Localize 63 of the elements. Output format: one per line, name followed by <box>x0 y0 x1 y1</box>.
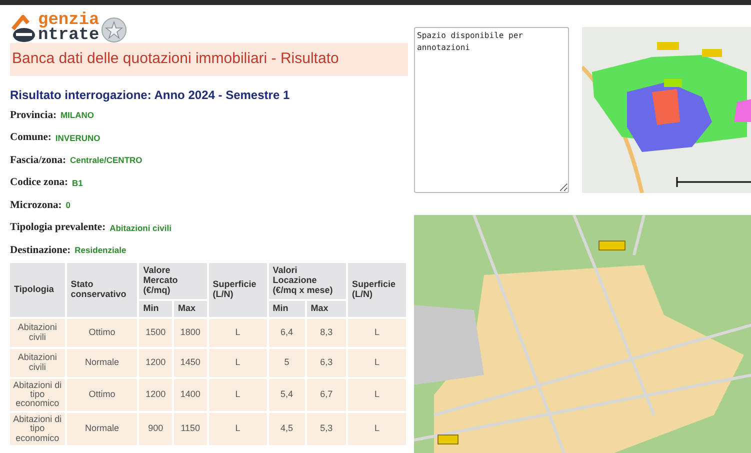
table-cell: 8,3 <box>306 318 346 347</box>
table-cell: L <box>208 378 267 411</box>
field-label: Tipologia prevalente: <box>10 221 106 236</box>
column-header: Min <box>268 300 305 317</box>
table-cell: 6,3 <box>306 348 346 377</box>
table-cell: Normale <box>66 412 138 446</box>
table-cell: 5 <box>268 348 305 377</box>
field-label: Fascia/zona: <box>10 154 66 168</box>
table-cell: Abitazioni di tipo economico <box>10 378 65 411</box>
table-cell: L <box>208 318 267 347</box>
table-cell: Ottimo <box>66 378 138 411</box>
table-cell: Normale <box>66 348 138 377</box>
table-cell: L <box>208 348 267 377</box>
table-cell: 5,3 <box>306 412 346 446</box>
column-header: Superficie (L/N) <box>348 263 406 317</box>
table-cell: 1800 <box>174 318 207 347</box>
field-value: Abitazioni civili <box>110 222 172 235</box>
table-cell: 1150 <box>174 412 207 446</box>
field-value: INVERUNO <box>55 132 100 145</box>
field-label: Provincia: <box>10 108 56 123</box>
table-cell: Abitazioni civili <box>10 318 65 347</box>
result-heading: Risultato interrogazione: Anno 2024 - Semestre 1 <box>10 86 291 104</box>
column-header: Max <box>306 300 346 317</box>
column-header: Min <box>139 300 172 317</box>
field-value: Centrale/CENTRO <box>70 154 142 168</box>
table-cell: Ottimo <box>66 318 138 347</box>
column-header: Tipologia <box>10 263 65 317</box>
field-value: B1 <box>72 176 83 190</box>
notes-field[interactable]: Spazio disponibile per annotazioni <box>414 27 569 193</box>
logo-text: ntrate <box>38 28 100 43</box>
field-value: 0 <box>66 199 70 212</box>
field-value: Residenziale <box>74 244 126 258</box>
table-cell: 1200 <box>139 378 172 411</box>
table-cell: 1200 <box>139 348 172 377</box>
column-header: Valori Locazione (€/mq x mese) <box>268 263 346 299</box>
table-cell: 1400 <box>174 378 207 411</box>
field-label: Codice zona: <box>10 176 68 190</box>
table-cell: 5,4 <box>268 378 305 411</box>
table-cell: L <box>348 378 406 411</box>
field-label: Microzona: <box>10 198 62 213</box>
column-header: Max <box>174 300 207 317</box>
column-header: Valore Mercato (€/mq) <box>139 263 207 299</box>
table-cell: L <box>208 412 267 446</box>
logo-text: genzia <box>38 13 100 28</box>
table-cell: Abitazioni civili <box>10 348 65 377</box>
table-cell: 1450 <box>174 348 207 377</box>
table-cell: 1500 <box>139 318 172 347</box>
logo-emblem-icon <box>10 15 36 43</box>
field-value: MILANO <box>60 109 94 122</box>
table-cell: L <box>348 348 406 377</box>
page-title: Banca dati delle quotazioni immobiliari - Risultato <box>10 43 408 76</box>
table-cell: L <box>348 318 406 347</box>
column-header: Stato conservativo <box>66 263 138 317</box>
seal-icon <box>101 17 128 43</box>
field-label: Comune: <box>10 131 52 146</box>
table-cell: L <box>348 412 406 446</box>
table-cell: 6,4 <box>268 318 305 347</box>
table-cell: 6,7 <box>306 378 346 411</box>
table-cell: 4,5 <box>268 412 305 446</box>
field-label: Destinazione: <box>10 244 71 258</box>
table-cell: 900 <box>139 412 172 446</box>
table-cell: Abitazioni di tipo economico <box>10 412 65 446</box>
column-header: Superficie (L/N) <box>208 263 267 317</box>
